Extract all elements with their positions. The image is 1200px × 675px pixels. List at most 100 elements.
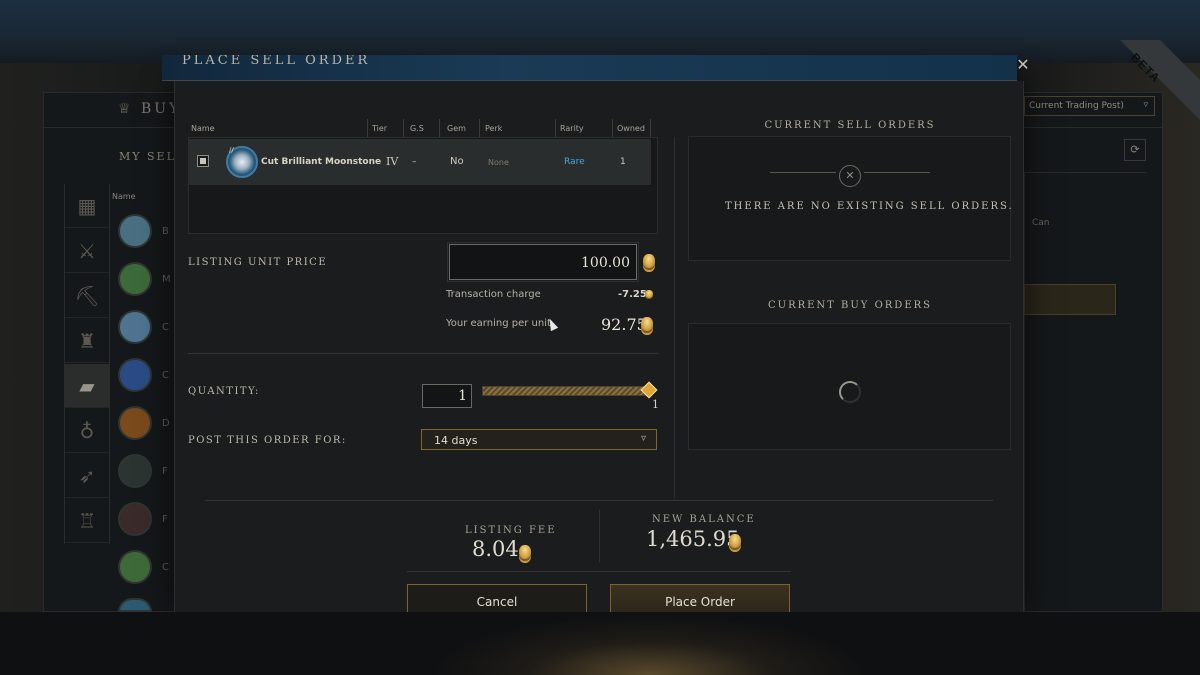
sell-orders-panel: [688, 136, 1011, 261]
col-divider: [367, 119, 368, 137]
item-table-header: Name Tier G.S Gem Perk Rarity Owned: [189, 119, 651, 137]
listing-fee-value: 8.04: [472, 537, 519, 561]
list-item-label: C: [162, 370, 169, 381]
sell-orders-title: CURRENT SELL ORDERS: [764, 120, 936, 131]
col-perk[interactable]: Perk: [485, 124, 502, 133]
empty-x-icon: ✕: [839, 165, 861, 187]
armor-icon[interactable]: ♜: [65, 319, 109, 363]
close-icon[interactable]: ✕: [1012, 57, 1034, 75]
item-gem: No: [450, 156, 464, 167]
list-item-label: C: [162, 322, 169, 333]
quantity-label: QUANTITY:: [188, 386, 260, 397]
no-sell-orders-text: THERE ARE NO EXISTING SELL ORDERS.: [725, 201, 1014, 212]
footer-divider: [407, 571, 791, 572]
col-divider: [403, 119, 404, 137]
earning-value: 92.75: [601, 315, 647, 334]
footer-separator: [599, 510, 600, 562]
coin-icon: [519, 545, 531, 559]
quantity-slider[interactable]: [482, 386, 650, 396]
grid-icon[interactable]: ▦: [65, 184, 109, 228]
loading-spinner-icon: [839, 381, 861, 403]
col-divider: [650, 119, 651, 137]
coin-icon: [643, 254, 655, 268]
list-item-icon: [118, 214, 152, 248]
col-gs[interactable]: G.S: [410, 124, 424, 133]
ornament-line: [864, 172, 930, 173]
coin-icon: [729, 534, 741, 548]
list-item-icon: [118, 550, 152, 584]
pickaxe-icon[interactable]: ⛏: [65, 274, 109, 318]
footer-divider: [205, 500, 993, 501]
duration-value: 14 days: [434, 434, 478, 447]
my-sell-orders-label: MY SEL: [119, 150, 176, 163]
quantity-input[interactable]: 1: [422, 384, 472, 408]
col-tier[interactable]: Tier: [372, 124, 387, 133]
place-order-button[interactable]: Place Order: [610, 584, 790, 614]
col-divider: [479, 119, 480, 137]
new-balance-value: 1,465.95: [646, 527, 740, 551]
unit-price-value: 100.00: [581, 255, 630, 271]
ornament-line: [770, 172, 836, 173]
col-divider: [612, 119, 613, 137]
duration-select[interactable]: 14 days ▿: [421, 429, 657, 450]
arrow-icon[interactable]: ➶: [65, 454, 109, 498]
modal-title: PLACE SELL ORDER: [182, 55, 371, 68]
col-rarity[interactable]: Rarity: [560, 124, 584, 133]
list-item-label: F: [162, 514, 168, 525]
cancel-button[interactable]: Cancel: [407, 584, 587, 614]
list-item-icon: [118, 262, 152, 296]
coin-icon: [645, 290, 653, 298]
resources-icon[interactable]: ▰: [65, 364, 109, 408]
item-rarity: Rare: [564, 157, 585, 167]
list-item-label: F: [162, 466, 168, 477]
buy-tab[interactable]: ♕ BUY: [118, 101, 181, 117]
letterbox-top: [0, 0, 1200, 63]
listing-fee-label: LISTING FEE: [465, 525, 557, 536]
beta-ribbon: BETA: [1120, 40, 1200, 120]
column-divider: [674, 137, 675, 499]
col-divider: [439, 119, 440, 137]
letterbox-bottom-overlay: [0, 612, 1200, 675]
list-item-icon: [118, 406, 152, 440]
quantity-value: 1: [458, 388, 467, 404]
earning-label: Your earning per unit: [446, 318, 551, 329]
list-item-icon: [118, 502, 152, 536]
coin-icon: [641, 317, 653, 331]
section-divider: [188, 353, 658, 354]
col-name[interactable]: Name: [191, 124, 215, 133]
col-owned[interactable]: Owned: [617, 124, 645, 133]
background-text: Can: [1032, 218, 1050, 228]
bag-icon[interactable]: ♁: [65, 409, 109, 453]
chair-icon[interactable]: ♖: [65, 499, 109, 543]
item-tier: IV: [386, 155, 399, 168]
background-action-button[interactable]: [1024, 284, 1116, 315]
buy-orders-title: CURRENT BUY ORDERS: [767, 300, 933, 311]
new-balance-label: NEW BALANCE: [652, 514, 756, 525]
list-item-label: B: [162, 226, 169, 237]
item-owned: 1: [620, 157, 626, 167]
duration-label: POST THIS ORDER FOR:: [188, 435, 347, 446]
name-column-header[interactable]: Name: [112, 192, 136, 201]
row-checkbox[interactable]: [197, 155, 209, 167]
list-item-icon: [118, 310, 152, 344]
transaction-charge-label: Transaction charge: [446, 289, 541, 300]
refresh-icon[interactable]: ⟳: [1124, 139, 1146, 161]
transaction-charge-value: -7.25: [618, 289, 647, 300]
listing-price-label: LISTING UNIT PRICE: [188, 257, 328, 268]
slider-max: 1: [652, 398, 659, 411]
detail-panel: [1024, 172, 1147, 612]
swords-icon[interactable]: ⚔: [65, 229, 109, 273]
tier-mark: //: [229, 146, 234, 154]
list-item-icon: [118, 358, 152, 392]
list-item-icon: [118, 454, 152, 488]
list-item-label: C: [162, 562, 169, 573]
unit-price-input[interactable]: 100.00: [447, 242, 639, 282]
item-name: Cut Brilliant Moonstone: [261, 157, 382, 167]
modal-titlebar: PLACE SELL ORDER: [162, 55, 1017, 81]
item-perk: None: [488, 158, 509, 167]
col-divider: [555, 119, 556, 137]
list-item-label: M: [162, 274, 171, 285]
chevron-down-icon: ▿: [640, 433, 646, 444]
col-gem[interactable]: Gem: [447, 124, 466, 133]
list-item-label: D: [162, 418, 170, 429]
